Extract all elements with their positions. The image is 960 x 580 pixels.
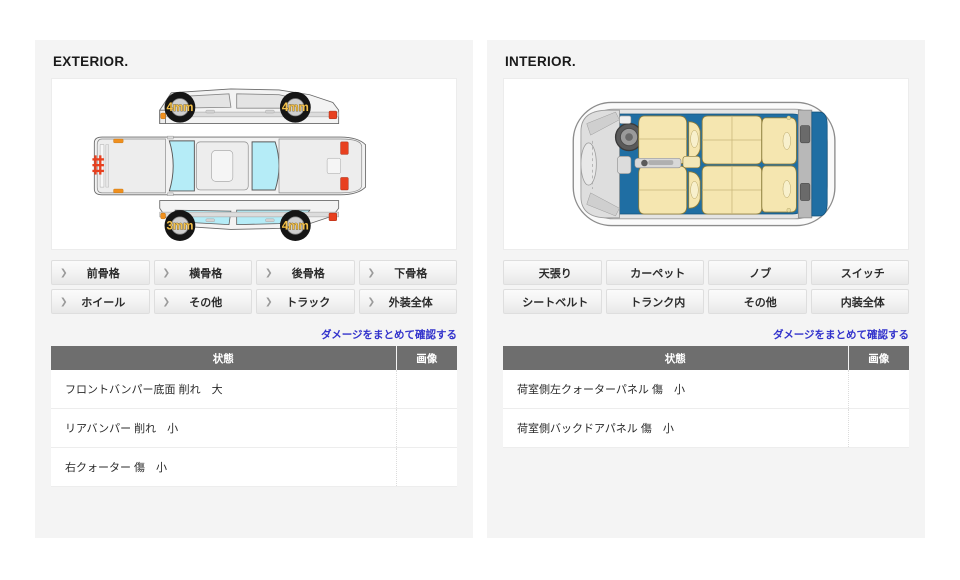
chevron-right-icon: ❯ — [60, 267, 68, 277]
interior-panel: INTERIOR. 天張り カーペット ノブ スイッチ シートベルト トランク内… — [487, 40, 925, 538]
table-row[interactable]: 荷室側左クォーターパネル 傷 小 — [503, 370, 909, 409]
exterior-button-front-frame[interactable]: ❯ 前骨格 — [51, 260, 150, 285]
exterior-button-under-frame[interactable]: ❯ 下骨格 — [358, 260, 457, 285]
interior-car-svg — [572, 101, 836, 227]
damage-state-cell: リアバンパー 削れ 小 — [51, 408, 397, 448]
interior-button-whole-interior[interactable]: 内装全体 — [810, 289, 909, 314]
interior-button-label: スイッチ — [840, 267, 885, 280]
interior-button-label: シートベルト — [522, 296, 589, 309]
exterior-button-label: 下骨格 — [394, 267, 428, 280]
exterior-button-rear-frame[interactable]: ❯ 後骨格 — [256, 260, 355, 285]
exterior-button-side-frame[interactable]: ❯ 横骨格 — [153, 260, 252, 285]
interior-button-label: 内装全体 — [840, 296, 885, 309]
interior-button-headliner[interactable]: 天張り — [503, 260, 602, 285]
interior-bulk-damage-link[interactable]: ダメージをまとめて確認する — [773, 329, 909, 341]
interior-button-grid: 天張り カーペット ノブ スイッチ シートベルト トランク内 その他 内装全体 — [503, 260, 909, 314]
interior-button-label: その他 — [743, 296, 777, 309]
table-header-state: 状態 — [51, 346, 397, 370]
exterior-button-whole-exterior[interactable]: ❯ 外装全体 — [358, 289, 457, 314]
tire-label-rear-right: 4mm — [282, 220, 309, 232]
interior-button-label: ノブ — [749, 267, 772, 280]
table-row[interactable]: 右クォーター 傷 小 — [51, 447, 457, 487]
exterior-title: EXTERIOR. — [53, 54, 129, 69]
exterior-bulk-damage-link[interactable]: ダメージをまとめて確認する — [321, 329, 457, 341]
interior-button-carpet[interactable]: カーペット — [605, 260, 704, 285]
exterior-damage-table: 状態 画像 フロントバンパー底面 削れ 大 リアバンパー 削れ 小 右クォーター… — [51, 346, 457, 487]
damage-image-cell[interactable] — [395, 408, 457, 448]
exterior-car-svg: 4mm 4mm 3mm 4mm — [92, 88, 367, 241]
interior-damage-table: 状態 画像 荷室側左クォーターパネル 傷 小 荷室側バックドアパネル 傷 小 — [503, 346, 909, 448]
exterior-button-label: 前骨格 — [86, 267, 120, 280]
exterior-button-label: 横骨格 — [189, 267, 223, 280]
interior-button-label: カーペット — [630, 267, 686, 280]
damage-image-cell[interactable] — [395, 370, 457, 409]
tire-marker-front-left: 4mm — [164, 91, 196, 123]
chevron-right-icon: ❯ — [162, 296, 171, 306]
exterior-button-other[interactable]: ❯ その他 — [153, 289, 252, 314]
exterior-button-label: トラック — [286, 296, 331, 309]
table-header-row: 状態 画像 — [503, 346, 909, 370]
exterior-link-row: ダメージをまとめて確認する — [51, 325, 457, 341]
interior-button-label: トランク内 — [630, 296, 686, 309]
chevron-right-icon: ❯ — [265, 296, 273, 306]
damage-state-cell: 荷室側バックドアパネル 傷 小 — [503, 408, 849, 448]
table-row[interactable]: リアバンパー 削れ 小 — [51, 408, 457, 448]
interior-button-knob[interactable]: ノブ — [708, 260, 807, 285]
damage-state-cell: 右クォーター 傷 小 — [51, 447, 397, 487]
chevron-right-icon: ❯ — [367, 296, 376, 306]
table-row[interactable]: フロントバンパー底面 削れ 大 — [51, 370, 457, 409]
tire-label-rear-left: 3mm — [166, 220, 193, 232]
interior-button-seatbelt[interactable]: シートベルト — [503, 289, 602, 314]
exterior-panel: EXTERIOR. 4mm 4mm 3mm 4mm ❯ 前骨格 ❯ 横骨格 ❯ … — [35, 40, 473, 538]
interior-button-other[interactable]: その他 — [708, 289, 807, 314]
exterior-button-grid: ❯ 前骨格 ❯ 横骨格 ❯ 後骨格 ❯ 下骨格 ❯ ホイール ❯ その他 ❯ ト… — [51, 260, 457, 314]
tire-label-front-right: 4mm — [282, 102, 309, 114]
damage-state-cell: 荷室側左クォーターパネル 傷 小 — [503, 370, 849, 409]
exterior-button-label: ホイール — [81, 296, 126, 309]
damage-image-cell[interactable] — [847, 408, 909, 448]
chevron-right-icon: ❯ — [367, 267, 376, 277]
exterior-button-truck[interactable]: ❯ トラック — [256, 289, 355, 314]
table-row[interactable]: 荷室側バックドアパネル 傷 小 — [503, 408, 909, 448]
tire-marker-front-right: 4mm — [279, 91, 311, 123]
damage-image-cell[interactable] — [847, 370, 909, 409]
chevron-right-icon: ❯ — [265, 267, 273, 277]
inspection-report-page: EXTERIOR. 4mm 4mm 3mm 4mm ❯ 前骨格 ❯ 横骨格 ❯ … — [0, 0, 960, 580]
front-right-seat — [638, 165, 701, 215]
interior-diagram — [503, 78, 909, 250]
interior-button-trunk-inside[interactable]: トランク内 — [605, 289, 704, 314]
exterior-button-wheel[interactable]: ❯ ホイール — [51, 289, 150, 314]
damage-state-cell: フロントバンパー底面 削れ 大 — [51, 370, 397, 409]
table-header-row: 状態 画像 — [51, 346, 457, 370]
exterior-button-label: 外装全体 — [388, 296, 433, 309]
table-header-state: 状態 — [503, 346, 849, 370]
interior-button-label: 天張り — [538, 267, 572, 280]
damage-image-cell[interactable] — [395, 447, 457, 487]
top-down-view — [92, 135, 367, 196]
table-header-image: 画像 — [848, 346, 909, 370]
interior-link-row: ダメージをまとめて確認する — [503, 325, 909, 341]
chevron-right-icon: ❯ — [60, 296, 68, 306]
tire-label-front-left: 4mm — [166, 102, 193, 114]
center-console — [634, 155, 701, 169]
exterior-diagram: 4mm 4mm 3mm 4mm — [51, 78, 457, 250]
tire-marker-rear-right: 4mm — [279, 210, 311, 241]
exterior-button-label: その他 — [189, 296, 223, 309]
panels-container: EXTERIOR. 4mm 4mm 3mm 4mm ❯ 前骨格 ❯ 横骨格 ❯ … — [35, 40, 925, 538]
tire-marker-rear-left: 3mm — [164, 210, 196, 241]
interior-title: INTERIOR. — [505, 54, 576, 69]
chevron-right-icon: ❯ — [162, 267, 171, 277]
table-header-image: 画像 — [396, 346, 457, 370]
exterior-button-label: 後骨格 — [291, 267, 325, 280]
interior-button-switch[interactable]: スイッチ — [810, 260, 909, 285]
